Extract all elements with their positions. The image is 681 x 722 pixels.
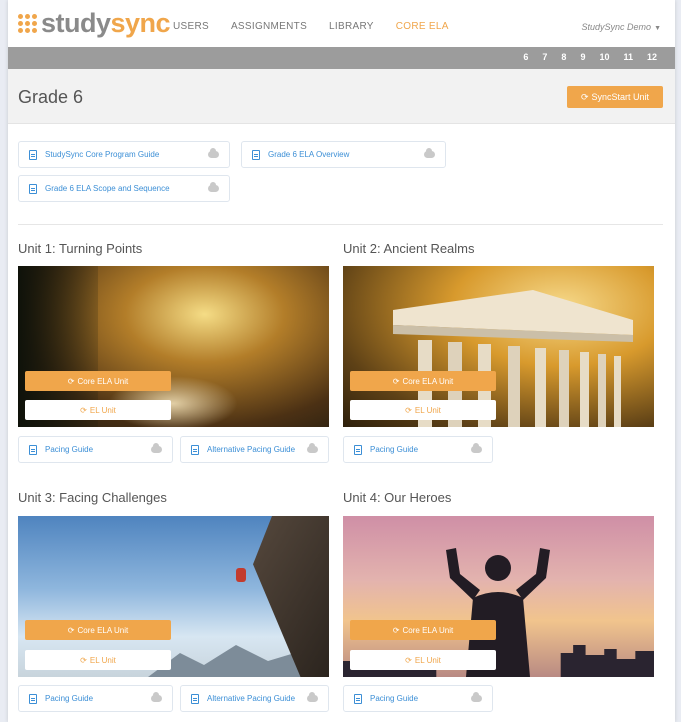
page-title: Grade 6: [18, 87, 84, 107]
document-icon: [354, 693, 362, 704]
climber-graphic: [236, 568, 246, 582]
unit-4-title: Unit 4: Our Heroes: [343, 490, 452, 505]
studysync-logo[interactable]: studysync: [18, 7, 171, 38]
document-icon: [191, 693, 199, 704]
document-icon: [29, 183, 37, 194]
cloud-download-icon[interactable]: [151, 692, 162, 702]
resource-scope-sequence[interactable]: Grade 6 ELA Scope and Sequence: [18, 175, 230, 202]
logo-text: studysync: [41, 7, 171, 38]
title-band: Grade 6 ⟳ SyncStart Unit: [8, 69, 675, 124]
document-icon: [252, 149, 260, 160]
unit-2-core-ela-button[interactable]: ⟳ Core ELA Unit: [350, 371, 496, 391]
page-container: studysync USERS ASSIGNMENTS LIBRARY CORE…: [8, 0, 675, 722]
nav-item-library[interactable]: LIBRARY: [329, 21, 374, 32]
grade-bar: 6 7 8 9 10 11 12: [8, 47, 675, 69]
unit-3-title: Unit 3: Facing Challenges: [18, 490, 167, 505]
grade-8[interactable]: 8: [561, 52, 566, 62]
cloud-download-icon[interactable]: [471, 443, 482, 453]
unit-4-core-ela-button[interactable]: ⟳ Core ELA Unit: [350, 620, 496, 640]
syncstart-unit-button[interactable]: ⟳ SyncStart Unit: [567, 86, 663, 108]
grade-selector: 6 7 8 9 10 11 12: [509, 52, 657, 62]
unit-2-el-button[interactable]: ⟳ EL Unit: [350, 400, 496, 420]
resource-grade6-overview[interactable]: Grade 6 ELA Overview: [241, 141, 446, 168]
top-navigation: studysync USERS ASSIGNMENTS LIBRARY CORE…: [8, 0, 675, 47]
unit-1-el-button[interactable]: ⟳ EL Unit: [25, 400, 171, 420]
unit-3-el-button[interactable]: ⟳ EL Unit: [25, 650, 171, 670]
unit-1-title: Unit 1: Turning Points: [18, 241, 143, 256]
sync-icon: ⟳: [67, 376, 75, 386]
unit-2-pacing-guide[interactable]: Pacing Guide: [343, 436, 493, 463]
unit-1-core-ela-button[interactable]: ⟳ Core ELA Unit: [25, 371, 171, 391]
unit-4-el-button[interactable]: ⟳ EL Unit: [350, 650, 496, 670]
document-icon: [354, 444, 362, 455]
unit-1-alternative-pacing-guide[interactable]: Alternative Pacing Guide: [180, 436, 329, 463]
unit-4-pacing-guide[interactable]: Pacing Guide: [343, 685, 493, 712]
unit-1-pacing-guide[interactable]: Pacing Guide: [18, 436, 173, 463]
document-icon: [29, 444, 37, 455]
cloud-download-icon[interactable]: [208, 148, 219, 158]
sync-icon: ⟳: [392, 376, 400, 386]
document-icon: [29, 693, 37, 704]
main-nav: USERS ASSIGNMENTS LIBRARY CORE ELA: [173, 21, 471, 32]
grade-12[interactable]: 12: [647, 52, 657, 62]
cloud-download-icon[interactable]: [471, 692, 482, 702]
document-icon: [191, 444, 199, 455]
unit-3-pacing-guide[interactable]: Pacing Guide: [18, 685, 173, 712]
divider: [18, 224, 663, 225]
grade-10[interactable]: 10: [599, 52, 609, 62]
chevron-down-icon: ▼: [654, 25, 661, 32]
sync-icon: ⟳: [580, 91, 589, 102]
logo-dots-icon: [18, 13, 37, 33]
nav-item-core-ela[interactable]: CORE ELA: [396, 21, 449, 32]
user-menu[interactable]: StudySync Demo ▼: [582, 22, 661, 32]
cloud-download-icon[interactable]: [307, 692, 318, 702]
nav-item-assignments[interactable]: ASSIGNMENTS: [231, 21, 307, 32]
sync-icon: ⟳: [405, 655, 412, 665]
unit-3-core-ela-button[interactable]: ⟳ Core ELA Unit: [25, 620, 171, 640]
sync-icon: ⟳: [80, 405, 87, 415]
cloud-download-icon[interactable]: [151, 443, 162, 453]
user-menu-label: StudySync Demo: [581, 22, 652, 32]
sync-icon: ⟳: [80, 655, 87, 665]
cloud-download-icon[interactable]: [208, 182, 219, 192]
cloud-download-icon[interactable]: [307, 443, 318, 453]
grade-9[interactable]: 9: [580, 52, 585, 62]
sync-icon: ⟳: [392, 625, 400, 635]
unit-2-title: Unit 2: Ancient Realms: [343, 241, 475, 256]
cloud-download-icon[interactable]: [424, 148, 435, 158]
grade-6[interactable]: 6: [523, 52, 528, 62]
sync-icon: ⟳: [67, 625, 75, 635]
sync-icon: ⟳: [405, 405, 412, 415]
nav-item-users[interactable]: USERS: [173, 21, 209, 32]
resource-core-program-guide[interactable]: StudySync Core Program Guide: [18, 141, 230, 168]
mountains-graphic: [148, 645, 308, 677]
grade-7[interactable]: 7: [542, 52, 547, 62]
document-icon: [29, 149, 37, 160]
grade-11[interactable]: 11: [623, 52, 633, 62]
unit-3-alternative-pacing-guide[interactable]: Alternative Pacing Guide: [180, 685, 329, 712]
